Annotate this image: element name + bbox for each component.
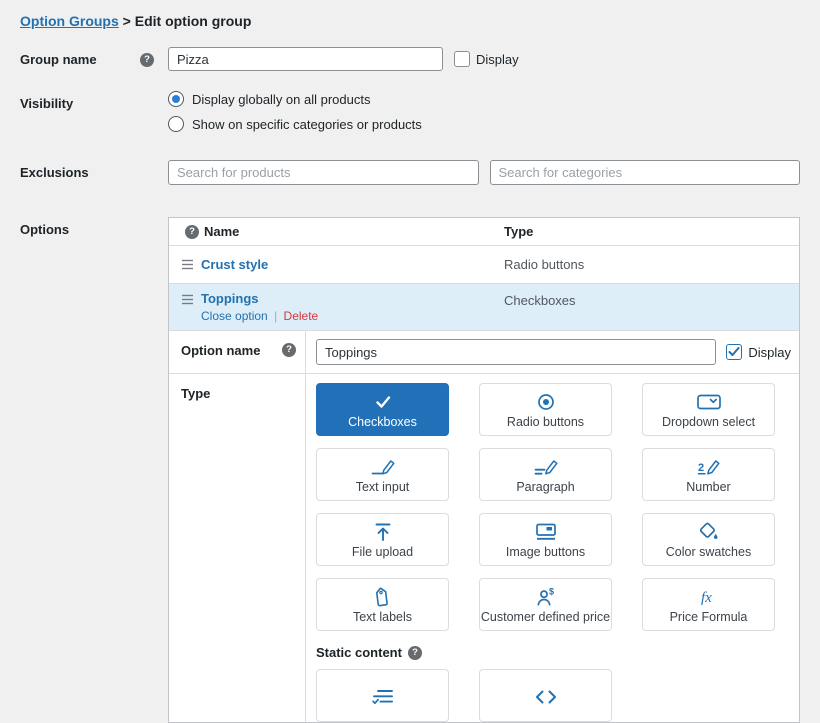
type-button-file-upload[interactable]: File upload: [316, 513, 449, 566]
static-content-heading: Static content: [316, 645, 402, 660]
option-name-input[interactable]: [316, 339, 717, 365]
static-button-html[interactable]: [479, 669, 612, 722]
group-display-checkbox[interactable]: [454, 51, 470, 67]
type-column-header: Type: [504, 224, 534, 239]
option-row-toppings: Toppings Close option | Delete Checkboxe…: [169, 283, 799, 330]
close-option-link[interactable]: Close option: [201, 309, 268, 323]
dropdown-select-icon: [696, 392, 722, 412]
option-name-editor-row: Option name Display: [169, 330, 799, 373]
option-name-label-wrap: Option name: [169, 331, 306, 373]
option-display-label: Display: [748, 344, 791, 360]
options-help-icon[interactable]: [185, 224, 199, 239]
breadcrumb: Option Groups > Edit option group: [20, 13, 800, 29]
customer-defined-price-icon: $: [533, 587, 559, 607]
option-name-label: Option name: [181, 343, 261, 358]
breadcrumb-separator: >: [122, 13, 131, 29]
breadcrumb-option-groups-link[interactable]: Option Groups: [20, 13, 119, 29]
paragraph-icon: [533, 457, 559, 477]
text-input-icon: [370, 457, 396, 477]
option-display-checkbox-group: Display: [726, 344, 791, 360]
exclusions-products-input[interactable]: [168, 160, 479, 185]
crust-style-link[interactable]: Crust style: [201, 257, 268, 272]
type-button-image-buttons[interactable]: Image buttons: [479, 513, 612, 566]
edit-option-group-page: Option Groups > Edit option group Group …: [0, 0, 820, 723]
drag-handle-icon[interactable]: [181, 259, 195, 270]
svg-text:$: $: [549, 587, 554, 597]
name-column-header: Name: [204, 224, 240, 239]
type-button-dropdown-select[interactable]: Dropdown select: [642, 383, 775, 436]
radio-specific-icon[interactable]: [168, 116, 184, 132]
option-row-crust-style: Crust style Radio buttons: [169, 246, 799, 283]
visibility-row: Visibility Display globally on all produ…: [20, 91, 800, 141]
delete-option-link[interactable]: Delete: [284, 309, 319, 323]
static-content-help-icon[interactable]: [407, 645, 422, 660]
group-name-help-icon[interactable]: [140, 52, 154, 67]
static-content-grid: [316, 669, 772, 722]
group-name-row: Group name Display: [20, 47, 800, 71]
page-title: Edit option group: [134, 13, 252, 29]
group-name-label: Group name: [20, 52, 97, 67]
toppings-link[interactable]: Toppings: [201, 291, 259, 306]
type-button-text-labels[interactable]: Text labels: [316, 578, 449, 631]
type-grid: Checkboxes Radio buttons Dropdown select…: [316, 383, 775, 631]
group-display-label: Display: [476, 51, 519, 67]
crust-style-type: Radio buttons: [504, 257, 585, 272]
radio-global-icon[interactable]: [168, 91, 184, 107]
type-button-color-swatches[interactable]: Color swatches: [642, 513, 775, 566]
group-name-label-wrap: Group name: [20, 47, 168, 67]
static-content-heading-wrap: Static content: [316, 645, 772, 660]
type-button-text-input[interactable]: Text input: [316, 448, 449, 501]
visibility-label-wrap: Visibility: [20, 91, 168, 111]
exclusions-categories-input[interactable]: [489, 160, 800, 185]
visibility-radio-specific[interactable]: Show on specific categories or products: [168, 116, 800, 132]
toppings-type: Checkboxes: [504, 293, 576, 308]
text-block-icon: [370, 687, 396, 707]
type-button-price-formula[interactable]: fx Price Formula: [642, 578, 775, 631]
radio-specific-label: Show on specific categories or products: [192, 116, 422, 132]
exclusions-row: Exclusions: [20, 160, 800, 185]
type-label: Type: [181, 386, 211, 401]
drag-handle-icon[interactable]: [181, 294, 195, 305]
type-button-paragraph[interactable]: Paragraph: [479, 448, 612, 501]
type-button-checkboxes[interactable]: Checkboxes: [316, 383, 449, 436]
static-button-text-block[interactable]: [316, 669, 449, 722]
checkboxes-icon: [370, 392, 396, 412]
exclusions-label-wrap: Exclusions: [20, 160, 168, 180]
options-table-header: Name Type: [169, 218, 799, 246]
options-table: Name Type Crust style Radio buttons: [168, 217, 800, 723]
text-labels-icon: [370, 587, 396, 607]
options-label-wrap: Options: [20, 217, 168, 237]
actions-separator: |: [274, 309, 278, 323]
exclusions-label: Exclusions: [20, 165, 89, 180]
options-label: Options: [20, 222, 70, 237]
type-button-radio-buttons[interactable]: Radio buttons: [479, 383, 612, 436]
number-icon: 2: [696, 457, 722, 477]
color-swatches-icon: [696, 522, 722, 542]
price-formula-icon: fx: [696, 587, 722, 607]
visibility-radio-global[interactable]: Display globally on all products: [168, 91, 800, 107]
type-editor-row: Type Checkboxes Radio buttons Dropdown s…: [169, 373, 799, 722]
type-button-customer-defined-price[interactable]: $ Customer defined price: [479, 578, 612, 631]
svg-text:fx: fx: [701, 590, 712, 606]
radio-global-label: Display globally on all products: [192, 91, 371, 107]
type-button-number[interactable]: 2 Number: [642, 448, 775, 501]
type-label-wrap: Type: [169, 374, 306, 722]
option-display-checkbox[interactable]: [726, 344, 743, 360]
image-buttons-icon: [533, 522, 559, 542]
file-upload-icon: [370, 522, 396, 542]
html-code-icon: [533, 687, 559, 707]
option-name-help-icon[interactable]: [282, 343, 296, 357]
svg-text:2: 2: [698, 462, 704, 474]
group-display-checkbox-group: Display: [454, 51, 519, 67]
radio-buttons-icon: [533, 392, 559, 412]
group-name-input[interactable]: [168, 47, 443, 71]
options-row: Options Name Type Crust style: [20, 217, 800, 723]
visibility-label: Visibility: [20, 96, 74, 111]
